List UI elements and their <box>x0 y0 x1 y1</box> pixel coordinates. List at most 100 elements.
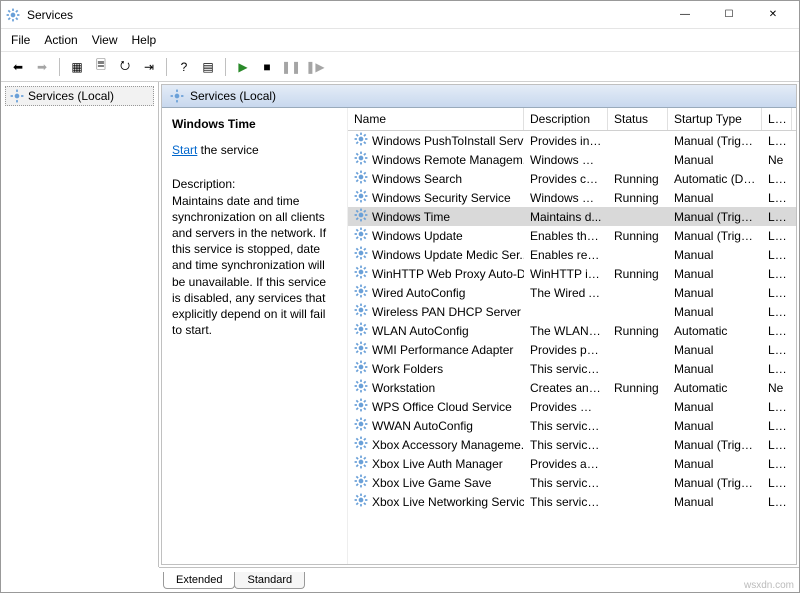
back-icon[interactable]: ⬅ <box>7 56 29 78</box>
service-logon-cell: Ne <box>762 381 792 395</box>
service-startup-cell: Manual <box>668 457 762 471</box>
service-icon <box>354 265 368 282</box>
service-status-cell: Running <box>608 172 668 186</box>
forward-icon: ➡ <box>31 56 53 78</box>
service-row[interactable]: WinHTTP Web Proxy Auto-D...WinHTTP im...… <box>348 264 796 283</box>
col-name[interactable]: Name <box>348 108 524 130</box>
service-icon <box>354 132 368 149</box>
properties-icon[interactable]: 🗏 <box>90 56 112 78</box>
service-startup-cell: Manual (Trigg... <box>668 210 762 224</box>
service-name-cell: WPS Office Cloud Service <box>372 400 512 414</box>
detail-panel: Windows Time Start the service Descripti… <box>162 108 348 564</box>
col-description[interactable]: Description <box>524 108 608 130</box>
restart-icon: ❚▶ <box>304 56 326 78</box>
service-row[interactable]: Xbox Accessory Manageme...This service .… <box>348 435 796 454</box>
col-startup[interactable]: Startup Type <box>668 108 762 130</box>
service-row[interactable]: WWAN AutoConfigThis service ...ManualLoc <box>348 416 796 435</box>
service-icon <box>354 398 368 415</box>
service-icon <box>354 493 368 510</box>
service-startup-cell: Manual <box>668 191 762 205</box>
tab-standard[interactable]: Standard <box>234 572 305 589</box>
service-icon <box>354 417 368 434</box>
tab-extended[interactable]: Extended <box>163 572 235 589</box>
service-icon <box>354 170 368 187</box>
service-row[interactable]: Work FoldersThis service ...ManualLoc <box>348 359 796 378</box>
service-icon <box>354 303 368 320</box>
service-row[interactable]: Xbox Live Auth ManagerProvides aut...Man… <box>348 454 796 473</box>
menu-help[interactable]: Help <box>132 33 157 47</box>
help-icon[interactable]: ? <box>173 56 195 78</box>
service-startup-cell: Manual <box>668 343 762 357</box>
service-name-cell: Xbox Live Auth Manager <box>372 457 503 471</box>
service-logon-cell: Loc <box>762 324 792 338</box>
service-desc-cell: The Wired A... <box>524 286 608 300</box>
service-row[interactable]: Windows Update Medic Ser...Enables rem..… <box>348 245 796 264</box>
service-logon-cell: Loc <box>762 419 792 433</box>
stop-icon[interactable]: ■ <box>256 56 278 78</box>
service-logon-cell: Loc <box>762 438 792 452</box>
service-row[interactable]: WPS Office Cloud ServiceProvides WP...Ma… <box>348 397 796 416</box>
service-name-cell: Xbox Live Networking Service <box>372 495 524 509</box>
minimize-button[interactable]: — <box>663 1 707 29</box>
export-icon[interactable]: ⇥ <box>138 56 160 78</box>
service-name-cell: Xbox Accessory Manageme... <box>372 438 524 452</box>
service-row[interactable]: Windows PushToInstall Servi...Provides i… <box>348 131 796 150</box>
col-status[interactable]: Status <box>608 108 668 130</box>
service-logon-cell: Loc <box>762 457 792 471</box>
service-name-cell: Windows Update Medic Ser... <box>372 248 524 262</box>
close-button[interactable]: ✕ <box>751 1 795 29</box>
service-list[interactable]: Windows PushToInstall Servi...Provides i… <box>348 131 796 564</box>
service-name-cell: Windows Search <box>372 172 462 186</box>
service-row[interactable]: WLAN AutoConfigThe WLANS...RunningAutoma… <box>348 321 796 340</box>
service-row[interactable]: Xbox Live Game SaveThis service ...Manua… <box>348 473 796 492</box>
service-name-cell: Windows Remote Managem... <box>372 153 524 167</box>
service-icon <box>354 227 368 244</box>
service-startup-cell: Manual <box>668 267 762 281</box>
service-startup-cell: Manual <box>668 153 762 167</box>
tree-root[interactable]: Services (Local) <box>5 86 154 106</box>
service-desc-cell: Provides con... <box>524 172 608 186</box>
service-row[interactable]: WMI Performance AdapterProvides per...Ma… <box>348 340 796 359</box>
service-name-cell: Wireless PAN DHCP Server <box>372 305 521 319</box>
service-startup-cell: Manual (Trigg... <box>668 476 762 490</box>
menu-bar: File Action View Help <box>1 29 799 52</box>
service-row[interactable]: Windows Security ServiceWindows Se...Run… <box>348 188 796 207</box>
tree-root-label: Services (Local) <box>28 89 114 103</box>
start-service-link[interactable]: Start <box>172 143 197 157</box>
service-startup-cell: Manual <box>668 286 762 300</box>
service-logon-cell: Loc <box>762 362 792 376</box>
service-name-cell: Workstation <box>372 381 435 395</box>
service-startup-cell: Manual <box>668 400 762 414</box>
maximize-button[interactable]: ☐ <box>707 1 751 29</box>
service-row[interactable]: Wired AutoConfigThe Wired A...ManualLoc <box>348 283 796 302</box>
service-desc-cell: Windows Re... <box>524 153 608 167</box>
service-icon <box>354 360 368 377</box>
service-row[interactable]: Xbox Live Networking ServiceThis service… <box>348 492 796 511</box>
console-props-icon[interactable]: ▤ <box>197 56 219 78</box>
service-logon-cell: Loc <box>762 191 792 205</box>
service-row[interactable]: Windows UpdateEnables the ...RunningManu… <box>348 226 796 245</box>
service-row[interactable]: WorkstationCreates and ...RunningAutomat… <box>348 378 796 397</box>
service-icon <box>354 189 368 206</box>
menu-action[interactable]: Action <box>44 33 77 47</box>
service-startup-cell: Manual <box>668 419 762 433</box>
service-row[interactable]: Windows TimeMaintains d...Manual (Trigg.… <box>348 207 796 226</box>
service-desc-cell: WinHTTP im... <box>524 267 608 281</box>
service-startup-cell: Automatic <box>668 324 762 338</box>
service-logon-cell: Loc <box>762 172 792 186</box>
start-icon[interactable]: ▶ <box>232 56 254 78</box>
service-icon <box>354 208 368 225</box>
service-row[interactable]: Windows Remote Managem...Windows Re... Ma… <box>348 150 796 169</box>
service-row[interactable]: Windows SearchProvides con...RunningAuto… <box>348 169 796 188</box>
menu-file[interactable]: File <box>11 33 30 47</box>
service-name-cell: WLAN AutoConfig <box>372 324 469 338</box>
service-icon <box>354 246 368 263</box>
service-desc-cell: This service ... <box>524 438 608 452</box>
service-logon-cell: Loc <box>762 305 792 319</box>
menu-view[interactable]: View <box>92 33 118 47</box>
service-row[interactable]: Wireless PAN DHCP ServerManualLoc <box>348 302 796 321</box>
refresh-icon[interactable]: ⭮ <box>114 56 136 78</box>
show-hide-tree-icon[interactable]: ▦ <box>66 56 88 78</box>
col-logon[interactable]: Log <box>762 108 792 130</box>
service-desc-cell: This service ... <box>524 476 608 490</box>
